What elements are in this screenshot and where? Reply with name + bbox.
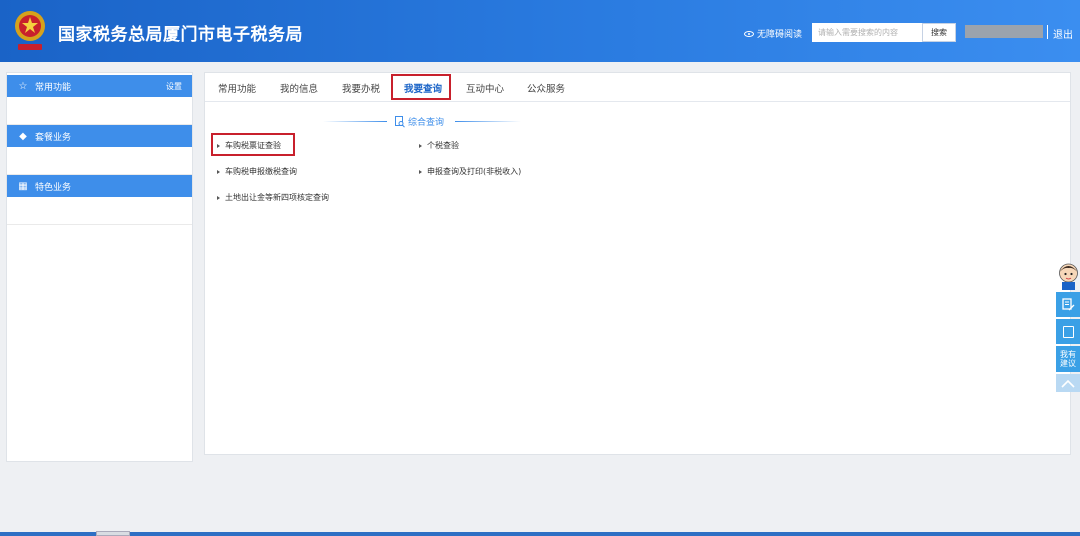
sidebar-section-special: ▦ 特色业务 xyxy=(7,175,192,225)
settings-link[interactable]: 设置 xyxy=(166,81,182,92)
sidebar-body xyxy=(7,97,192,125)
back-to-top-button[interactable] xyxy=(1056,374,1080,392)
notebook-icon xyxy=(1062,325,1074,338)
tab-public-service[interactable]: 公众服务 xyxy=(527,81,565,95)
section-title: 综合查询 xyxy=(395,115,444,128)
taskbar xyxy=(0,532,1080,536)
sidebar-body xyxy=(7,197,192,225)
query-item-label: 申报查询及打印(非税收入) xyxy=(427,167,522,176)
query-item-declare-print[interactable]: 申报查询及打印(非税收入) xyxy=(419,166,521,177)
query-item-label: 土地出让金等新四项核定查询 xyxy=(225,193,329,202)
tab-my-info[interactable]: 我的信息 xyxy=(280,81,318,95)
top-header: 国家税务总局厦门市电子税务局 无障碍阅读 搜索 退出 xyxy=(0,0,1080,62)
query-item-label: 个税查验 xyxy=(427,141,459,150)
tab-common[interactable]: 常用功能 xyxy=(218,81,256,95)
sidebar-header-special[interactable]: ▦ 特色业务 xyxy=(7,175,192,197)
sidebar-header-common[interactable]: ☆ 常用功能 设置 xyxy=(7,75,192,97)
accessibility-link[interactable]: 无障碍阅读 xyxy=(744,27,802,40)
search-button[interactable]: 搜索 xyxy=(922,23,956,42)
sidebar-label: 常用功能 xyxy=(35,82,72,93)
star-icon: ☆ xyxy=(18,80,28,92)
section-divider-right xyxy=(455,121,521,122)
query-item-personal-tax-verify[interactable]: 个税查验 xyxy=(419,140,459,151)
assistant-avatar-icon[interactable] xyxy=(1057,262,1080,290)
eye-icon xyxy=(744,30,754,37)
header-divider xyxy=(1047,25,1048,39)
logout-link[interactable]: 退出 xyxy=(1053,26,1073,41)
section-title-text: 综合查询 xyxy=(408,118,445,128)
sidebar-label: 特色业务 xyxy=(35,182,72,193)
edit-document-icon xyxy=(1061,298,1074,311)
sidebar-header-package[interactable]: ◆ 套餐业务 xyxy=(7,125,192,147)
tab-highlight-box xyxy=(391,74,451,100)
suggestion-button[interactable]: 我有 建议 xyxy=(1056,346,1080,372)
triangle-right-icon xyxy=(419,169,422,174)
tab-bar: 常用功能 我的信息 我要办税 我要查询 互动中心 公众服务 xyxy=(205,73,1070,102)
suggestion-label-line2: 建议 xyxy=(1060,359,1076,368)
document-search-icon xyxy=(395,115,405,128)
search-input[interactable] xyxy=(812,23,922,42)
section-divider-left xyxy=(323,121,387,122)
query-item-vehicle-tax-declare[interactable]: 车购税申报缴税查询 xyxy=(217,166,297,177)
sidebar-section-package: ◆ 套餐业务 xyxy=(7,125,192,175)
triangle-right-icon xyxy=(217,169,220,174)
notebook-button[interactable] xyxy=(1056,319,1080,344)
sidebar-label: 套餐业务 xyxy=(35,132,72,143)
sidebar-body xyxy=(7,147,192,175)
sidebar-section-common: ☆ 常用功能 设置 xyxy=(7,75,192,125)
triangle-right-icon xyxy=(419,143,422,148)
grid-icon: ▦ xyxy=(18,180,28,192)
accessibility-label: 无障碍阅读 xyxy=(757,30,803,40)
query-item-land-transfer[interactable]: 土地出让金等新四项核定查询 xyxy=(217,192,329,203)
taskbar-tab[interactable] xyxy=(96,531,130,536)
triangle-right-icon xyxy=(217,195,220,200)
site-title: 国家税务总局厦门市电子税务局 xyxy=(58,25,303,45)
item-highlight-box xyxy=(211,133,295,156)
user-name-redacted xyxy=(965,25,1043,38)
tax-emblem-icon xyxy=(15,11,45,50)
chevron-up-icon xyxy=(1061,379,1075,388)
cube-icon: ◆ xyxy=(19,130,27,142)
feedback-button[interactable] xyxy=(1056,292,1080,317)
suggestion-label-line1: 我有 xyxy=(1060,350,1076,359)
sidebar: ☆ 常用功能 设置 ◆ 套餐业务 ▦ 特色业务 xyxy=(6,72,193,462)
tab-do-tax[interactable]: 我要办税 xyxy=(342,81,380,95)
tab-interaction[interactable]: 互动中心 xyxy=(466,81,504,95)
main-panel: 常用功能 我的信息 我要办税 我要查询 互动中心 公众服务 综合查询 车购税票证… xyxy=(204,72,1071,455)
query-item-label: 车购税申报缴税查询 xyxy=(225,167,297,176)
